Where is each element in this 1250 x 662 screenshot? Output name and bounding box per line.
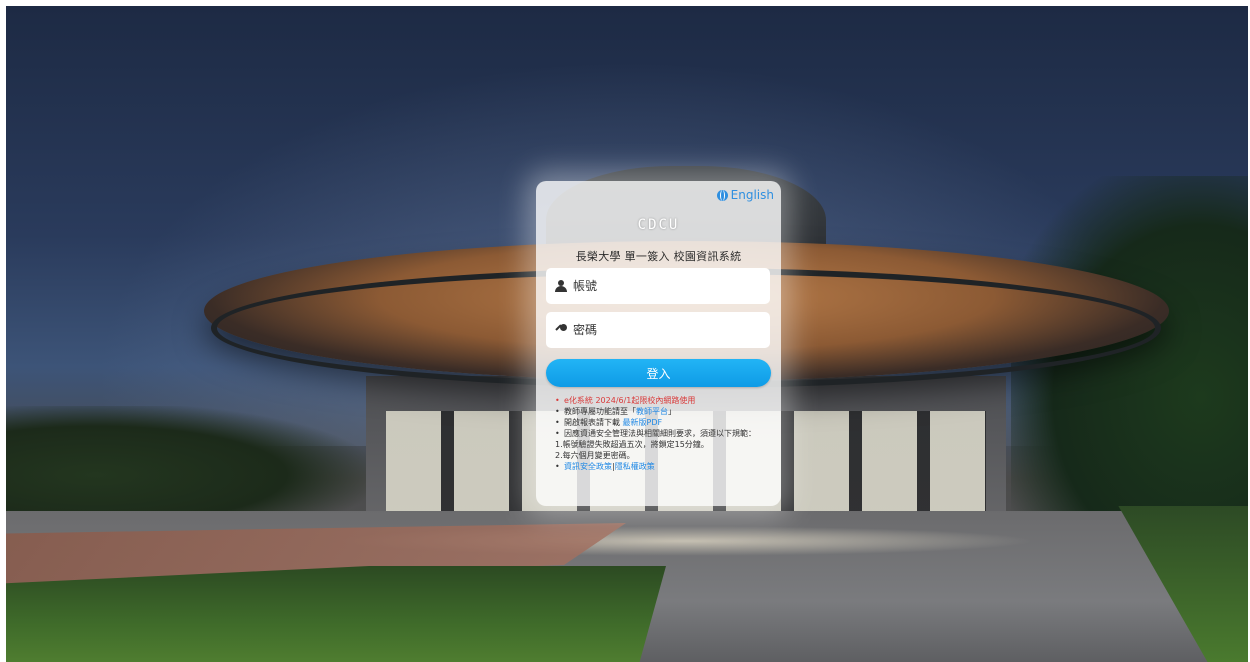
trees-left xyxy=(6,406,366,521)
lawn-left xyxy=(6,566,666,662)
account-input[interactable] xyxy=(571,278,755,294)
password-input[interactable] xyxy=(571,322,755,338)
notice-network: e化系統 2024/6/1起限校內網路使用 xyxy=(555,395,775,406)
login-card: English CDCU 長榮大學 單一簽入 校園資訊系統 登入 e化系統 20… xyxy=(536,181,781,506)
security-policy-link[interactable]: 資訊安全政策 xyxy=(564,462,612,471)
notice-policies: 資訊安全政策|隱私權政策 xyxy=(555,461,775,472)
login-button[interactable]: 登入 xyxy=(546,359,771,387)
pdf-download-link[interactable]: 最新版PDF xyxy=(623,418,663,427)
notice-pdf: 開啟報表請下載 最新版PDF xyxy=(555,417,775,428)
language-toggle[interactable]: English xyxy=(716,188,774,202)
notice-security: 因應資通安全管理法與相關細則要求，須遵以下規範： xyxy=(555,428,775,439)
key-icon xyxy=(555,324,567,336)
rule-password-change: 2.每六個月變更密碼。 xyxy=(555,451,635,460)
teacher-platform-link[interactable]: 教師平台 xyxy=(636,407,668,416)
background-scene: English CDCU 長榮大學 單一簽入 校園資訊系統 登入 e化系統 20… xyxy=(6,6,1248,662)
notice-teacher: 教師專屬功能請至「教師平台」 xyxy=(555,406,775,417)
rule-lockout: 1.帳號驗證失敗超過五次，將鎖定15分鐘。 xyxy=(555,440,709,449)
user-icon xyxy=(555,280,567,292)
university-logo: CDCU xyxy=(637,217,680,233)
page-title: 長榮大學 單一簽入 校園資訊系統 xyxy=(575,250,742,263)
language-label: English xyxy=(730,188,774,202)
password-field[interactable] xyxy=(546,312,770,348)
account-field[interactable] xyxy=(546,268,770,304)
globe-icon xyxy=(716,189,728,201)
privacy-policy-link[interactable]: 隱私權政策 xyxy=(615,462,655,471)
notice-list: e化系統 2024/6/1起限校內網路使用 教師專屬功能請至「教師平台」 開啟報… xyxy=(555,395,775,472)
